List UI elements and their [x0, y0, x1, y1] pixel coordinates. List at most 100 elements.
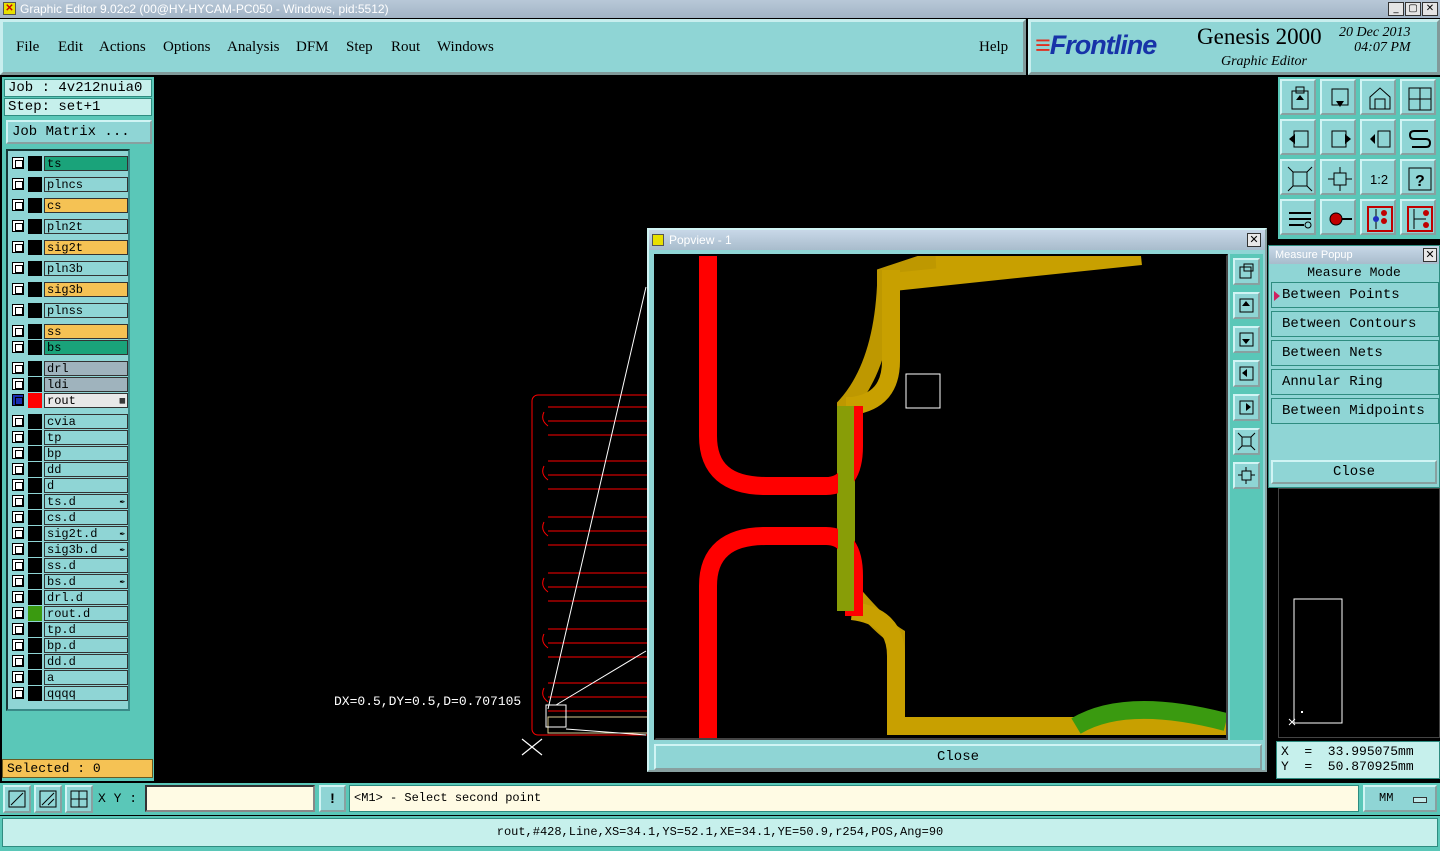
- layer-color-swatch[interactable]: [28, 414, 42, 429]
- measure-between-nets[interactable]: Between Nets: [1271, 340, 1439, 366]
- layer-checkbox[interactable]: [12, 157, 24, 169]
- layer-name[interactable]: plnss: [44, 303, 128, 318]
- layer-checkbox[interactable]: [12, 415, 24, 427]
- layer-name[interactable]: ss.d: [44, 558, 128, 573]
- layer-row[interactable]: ldi: [10, 377, 128, 392]
- layer-color-swatch[interactable]: [28, 462, 42, 477]
- layer-color-swatch[interactable]: [28, 377, 42, 392]
- popview-close-x[interactable]: ✕: [1247, 233, 1261, 247]
- pop-down-icon[interactable]: [1233, 326, 1260, 353]
- layer-row[interactable]: dd: [10, 462, 128, 477]
- layer-color-swatch[interactable]: [28, 393, 42, 408]
- layer-color-swatch[interactable]: [28, 446, 42, 461]
- pop-left-icon[interactable]: [1233, 360, 1260, 387]
- layer-color-swatch[interactable]: [28, 606, 42, 621]
- minimize-button[interactable]: _: [1388, 2, 1404, 16]
- menu-rout[interactable]: Rout: [391, 39, 420, 56]
- layer-name[interactable]: bp: [44, 446, 128, 461]
- net-icon[interactable]: [1400, 199, 1436, 235]
- layer-name[interactable]: ts.d ✒: [44, 494, 128, 509]
- layer-checkbox[interactable]: [12, 511, 24, 523]
- layer-name[interactable]: qqqq: [44, 686, 128, 701]
- layer-checkbox[interactable]: [12, 325, 24, 337]
- layer-row[interactable]: cs.d: [10, 510, 128, 525]
- layer-checkbox[interactable]: [12, 527, 24, 539]
- layer-color-swatch[interactable]: [28, 340, 42, 355]
- layer-checkbox[interactable]: [12, 591, 24, 603]
- layer-color-swatch[interactable]: [28, 361, 42, 376]
- layer-checkbox[interactable]: [12, 178, 24, 190]
- layer-row[interactable]: rout ▦: [10, 393, 128, 408]
- layer-color-swatch[interactable]: [28, 324, 42, 339]
- layer-name[interactable]: a: [44, 670, 128, 685]
- layer-name[interactable]: ts: [44, 156, 128, 171]
- save-icon[interactable]: [1320, 79, 1356, 115]
- pop-right-icon[interactable]: [1233, 394, 1260, 421]
- center-icon[interactable]: [1320, 159, 1356, 195]
- layer-name[interactable]: rout.d: [44, 606, 128, 621]
- layer-name[interactable]: tp: [44, 430, 128, 445]
- layer-name[interactable]: tp.d: [44, 622, 128, 637]
- layer-checkbox[interactable]: [12, 431, 24, 443]
- drill-map-icon[interactable]: [1360, 199, 1396, 235]
- layer-name[interactable]: bp.d: [44, 638, 128, 653]
- layer-checkbox[interactable]: [12, 378, 24, 390]
- layer-checkbox[interactable]: [12, 671, 24, 683]
- layer-checkbox[interactable]: [12, 262, 24, 274]
- layer-row[interactable]: tp.d: [10, 622, 128, 637]
- layer-color-swatch[interactable]: [28, 303, 42, 318]
- units-select[interactable]: MM: [1363, 785, 1437, 812]
- menu-analysis[interactable]: Analysis: [227, 39, 280, 56]
- layer-color-swatch[interactable]: [28, 622, 42, 637]
- layer-row[interactable]: sig2t: [10, 240, 128, 255]
- layer-checkbox[interactable]: [12, 607, 24, 619]
- tools-icon[interactable]: [1280, 199, 1316, 235]
- layer-color-swatch[interactable]: [28, 542, 42, 557]
- menu-dfm[interactable]: DFM: [296, 39, 329, 56]
- zoom-out-right-icon[interactable]: [1320, 119, 1356, 155]
- layer-color-swatch[interactable]: [28, 574, 42, 589]
- pop-center-icon[interactable]: [1233, 462, 1260, 489]
- menu-options[interactable]: Options: [163, 39, 211, 56]
- layer-name[interactable]: dd: [44, 462, 128, 477]
- layer-name[interactable]: bs.d ✒: [44, 574, 128, 589]
- layer-checkbox[interactable]: [12, 283, 24, 295]
- layer-name[interactable]: d: [44, 478, 128, 493]
- layer-color-swatch[interactable]: [28, 510, 42, 525]
- layer-name[interactable]: cvia: [44, 414, 128, 429]
- popview-close-button[interactable]: Close: [654, 744, 1262, 770]
- layer-checkbox[interactable]: [12, 341, 24, 353]
- pop-open-icon[interactable]: [1233, 258, 1260, 285]
- help-icon[interactable]: ?: [1400, 159, 1436, 195]
- menu-step[interactable]: Step: [346, 39, 373, 56]
- layer-color-swatch[interactable]: [28, 198, 42, 213]
- layer-name[interactable]: ss: [44, 324, 128, 339]
- layer-row[interactable]: ts.d ✒: [10, 494, 128, 509]
- layer-color-swatch[interactable]: [28, 494, 42, 509]
- menu-help[interactable]: Help: [979, 39, 1008, 56]
- layer-color-swatch[interactable]: [28, 526, 42, 541]
- layer-color-swatch[interactable]: [28, 261, 42, 276]
- layer-row[interactable]: cs: [10, 198, 128, 213]
- layer-row[interactable]: dd.d: [10, 654, 128, 669]
- layer-name[interactable]: ldi: [44, 377, 128, 392]
- measure-annular-ring[interactable]: Annular Ring: [1271, 369, 1439, 395]
- layer-name[interactable]: pln2t: [44, 219, 128, 234]
- measure-close-x[interactable]: ✕: [1423, 248, 1437, 262]
- layer-row[interactable]: pln2t: [10, 219, 128, 234]
- layer-row[interactable]: rout.d: [10, 606, 128, 621]
- layer-row[interactable]: d: [10, 478, 128, 493]
- layer-color-swatch[interactable]: [28, 670, 42, 685]
- layer-color-swatch[interactable]: [28, 654, 42, 669]
- pop-fit-icon[interactable]: [1233, 428, 1260, 455]
- layer-row[interactable]: pln3b: [10, 261, 128, 276]
- popview-canvas[interactable]: [654, 245, 1229, 740]
- pop-up-icon[interactable]: [1233, 292, 1260, 319]
- layer-row[interactable]: plnss: [10, 303, 128, 318]
- layer-name[interactable]: bs: [44, 340, 128, 355]
- layer-checkbox[interactable]: [12, 495, 24, 507]
- layer-checkbox[interactable]: [12, 639, 24, 651]
- layer-name[interactable]: dd.d: [44, 654, 128, 669]
- xy-input[interactable]: [145, 785, 315, 812]
- layer-color-swatch[interactable]: [28, 478, 42, 493]
